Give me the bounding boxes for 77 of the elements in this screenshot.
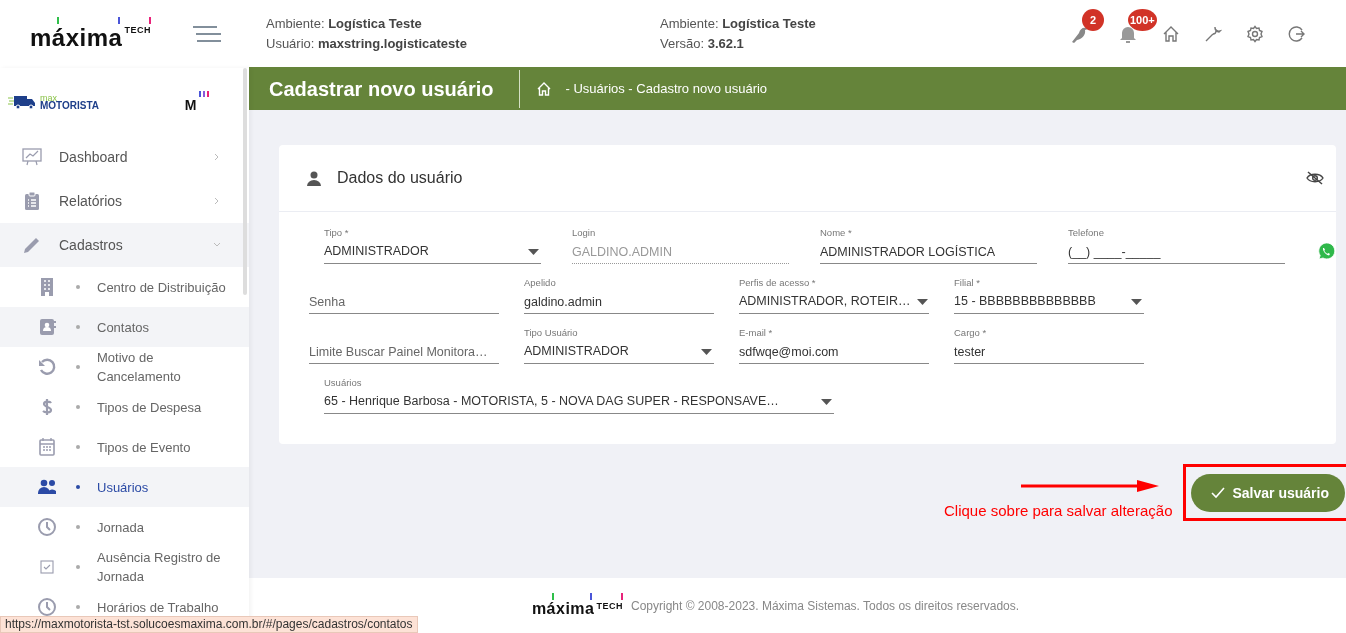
users-icon	[37, 477, 57, 497]
caret-icon	[821, 398, 832, 405]
submenu-item[interactable]: Ausência Registro de Jornada	[0, 547, 249, 587]
input-field[interactable]: tester	[954, 340, 1144, 364]
input-field[interactable]: sdfwqe@moi.com	[739, 340, 929, 364]
field-label: Nome *	[820, 226, 853, 240]
info-text: Ambiente: Logística Teste	[266, 15, 423, 33]
menu-item[interactable]: Dashboard	[0, 135, 249, 179]
logout-icon[interactable]	[1288, 25, 1306, 43]
truck-icon	[8, 94, 36, 109]
clock-icon	[37, 597, 57, 617]
info-text: Ambiente: Logística Teste	[660, 15, 817, 33]
whatsapp-icon[interactable]	[1316, 242, 1336, 262]
caret-icon	[916, 298, 928, 305]
scrollbar[interactable]	[243, 68, 247, 295]
input-field[interactable]: (__) ____-_____	[1068, 240, 1285, 264]
url-tooltip: https://maxmotorista-tst.solucoesmaxima.com.br/#/pages/cadastros/contatos	[0, 616, 418, 633]
copyright-text: Copyright © 2008-2023. Máxima Sistemas. Todos os direitos reservados.	[630, 597, 1020, 615]
submenu-item[interactable]: Jornada	[0, 507, 249, 547]
clipboard-icon	[22, 191, 42, 211]
field-label: Login	[572, 226, 597, 240]
chevron-icon	[213, 197, 221, 205]
user-icon	[307, 170, 321, 186]
field-label: Apelido	[524, 276, 557, 290]
select-field[interactable]: ADMINISTRADOR, ROTEIR…	[739, 290, 929, 314]
field-label: Usuários	[324, 376, 363, 390]
input-field[interactable]: galdino.admin	[524, 290, 714, 314]
settings-icon[interactable]	[1246, 25, 1264, 43]
submenu-item[interactable]: Tipos de Despesa	[0, 387, 249, 427]
notification-badge: 100+	[1128, 9, 1157, 31]
undo-icon	[37, 357, 57, 377]
submenu-item[interactable]: Usuários	[0, 467, 249, 507]
caret-icon	[1131, 298, 1142, 305]
input-field[interactable]: Limite Buscar Painel Monitora…	[309, 340, 499, 364]
breadcrumb[interactable]: - Usuários - Cadastro novo usuário	[565, 78, 768, 99]
field-label: Tipo Usuário	[524, 326, 579, 340]
field-label: Cargo *	[954, 326, 988, 340]
menu-item[interactable]: Cadastros	[0, 223, 249, 267]
save-button[interactable]: Salvar usuário	[1190, 474, 1345, 512]
calendar-icon	[37, 437, 57, 457]
clock-icon	[37, 517, 57, 537]
chevron-icon	[213, 241, 221, 249]
input-field[interactable]: Senha	[309, 290, 499, 314]
select-field[interactable]: ADMINISTRADOR	[324, 240, 541, 264]
submenu-item[interactable]: Tipos de Evento	[0, 427, 249, 467]
card-title: Dados do usuário	[337, 168, 464, 188]
info-text: Versão: 3.62.1	[660, 35, 745, 53]
page-title: Cadastrar novo usuário	[249, 69, 520, 108]
menu-item[interactable]: Relatórios	[0, 179, 249, 223]
field-label: Tipo *	[324, 226, 350, 240]
submenu-item[interactable]: Centro de Distribuição	[0, 267, 249, 307]
chart-icon	[22, 147, 42, 167]
field-label: E-mail *	[739, 326, 774, 340]
brand-logo: max MOTORISTA	[40, 93, 100, 110]
eye-off-icon[interactable]	[1306, 171, 1324, 185]
select-field[interactable]: 65 - Henrique Barbosa - MOTORISTA, 5 - NOVA DAG SUPER - RESPONSAVE…	[324, 390, 834, 414]
checkbox-icon	[37, 557, 57, 577]
annotation-text: Clique sobre para salvar alteração	[944, 501, 1173, 521]
caret-icon	[528, 248, 539, 255]
check-icon	[1210, 487, 1225, 499]
submenu-item[interactable]: Contatos	[0, 307, 249, 347]
select-field[interactable]: ADMINISTRADOR	[524, 340, 714, 364]
input-field[interactable]: ADMINISTRADOR LOGÍSTICA	[820, 240, 1037, 264]
pencil-icon	[22, 235, 42, 255]
field-label: Telefone	[1068, 226, 1105, 240]
chevron-icon	[213, 153, 221, 161]
notification-badge: 2	[1082, 9, 1104, 31]
info-text: Usuário: maxstring.logisticateste	[266, 35, 468, 53]
caret-icon	[701, 348, 712, 355]
submenu-item[interactable]: Motivo de Cancelamento	[0, 347, 249, 387]
field-label: Filial *	[954, 276, 981, 290]
menu-icon[interactable]	[193, 26, 221, 42]
brand-mark: M	[184, 89, 209, 114]
contact-card-icon	[37, 317, 57, 337]
select-field[interactable]: 15 - BBBBBBBBBBBBBB	[954, 290, 1144, 314]
home-icon[interactable]	[1162, 25, 1180, 43]
field-label: Perfis de acesso *	[739, 276, 817, 290]
